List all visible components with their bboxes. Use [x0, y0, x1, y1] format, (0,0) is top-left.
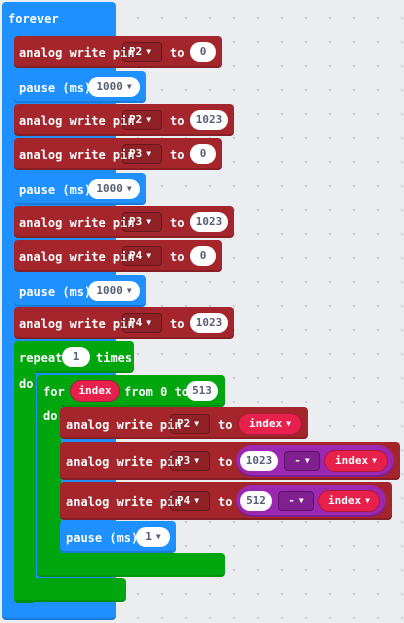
inner-to-label-3: to [218, 495, 233, 509]
for-do-label: do [43, 409, 58, 423]
pin-dropdown-3[interactable]: P3 ▼ [122, 144, 162, 164]
value-input-3[interactable]: 0 [190, 144, 216, 164]
chevron-down-icon: ▼ [126, 286, 132, 295]
pause-label-2: pause (ms) [19, 183, 92, 197]
for-block-foot [37, 553, 225, 577]
operator-dropdown-2[interactable]: - ▼ [278, 491, 314, 511]
chevron-down-icon: ▼ [126, 184, 132, 193]
value-input-4[interactable]: 1023 [190, 212, 228, 232]
chevron-down-icon: ▼ [194, 419, 200, 428]
value-input-2[interactable]: 1023 [190, 110, 228, 130]
analog-write-label-3: analog write pin [19, 148, 135, 162]
inner-variable-index-1[interactable]: index ▼ [238, 413, 302, 435]
chevron-down-icon: ▼ [146, 47, 152, 56]
inner-to-label-1: to [218, 418, 233, 432]
repeat-label: repeat [19, 351, 63, 365]
inner-pin-dropdown-3[interactable]: P4 ▼ [170, 491, 210, 511]
chevron-down-icon: ▼ [286, 419, 291, 428]
inner-analog-write-label-2: analog write pin [66, 455, 182, 469]
chevron-down-icon: ▼ [146, 115, 152, 124]
pin-dropdown-4[interactable]: P3 ▼ [122, 212, 162, 232]
pause-value-1[interactable]: 1000 ▼ [88, 77, 140, 97]
value-input-6[interactable]: 1023 [190, 313, 228, 333]
inner-pause-value[interactable]: 1 ▼ [136, 527, 170, 547]
to-label-1: to [170, 46, 185, 60]
repeat-block-foot [14, 578, 126, 602]
inner-variable-index-2[interactable]: index ▼ [324, 450, 388, 472]
pin-dropdown-5[interactable]: P4 ▼ [122, 246, 162, 266]
repeat-do-label: do [19, 377, 34, 391]
analog-write-label-2: analog write pin [19, 114, 135, 128]
forever-label: forever [8, 12, 59, 26]
for-block-arm [37, 375, 61, 577]
repeat-count-input[interactable]: 1 [62, 347, 90, 367]
minus-left-input-2[interactable]: 512 [240, 491, 272, 511]
repeat-times-label: times [96, 351, 133, 365]
chevron-down-icon: ▼ [146, 149, 152, 158]
chevron-down-icon: ▼ [146, 251, 152, 260]
chevron-down-icon: ▼ [146, 217, 152, 226]
pause-label-3: pause (ms) [19, 285, 92, 299]
chevron-down-icon: ▼ [365, 496, 370, 505]
analog-write-label-1: analog write pin [19, 46, 135, 60]
analog-write-label-4: analog write pin [19, 216, 135, 230]
analog-write-label-5: analog write pin [19, 250, 135, 264]
pin-dropdown-6[interactable]: P4 ▼ [122, 313, 162, 333]
chevron-down-icon: ▼ [372, 456, 377, 465]
value-input-5[interactable]: 0 [190, 246, 216, 266]
to-label-4: to [170, 216, 185, 230]
operator-dropdown-1[interactable]: - ▼ [284, 451, 320, 471]
inner-to-label-2: to [218, 455, 233, 469]
to-label-2: to [170, 114, 185, 128]
chevron-down-icon: ▼ [194, 496, 200, 505]
inner-pause-label: pause (ms) [66, 531, 139, 545]
inner-analog-write-label-3: analog write pin [66, 495, 182, 509]
pin-dropdown-1[interactable]: P2 ▼ [122, 42, 162, 62]
inner-pin-dropdown-1[interactable]: P2 ▼ [170, 414, 210, 434]
minus-left-input-1[interactable]: 1023 [240, 451, 278, 471]
chevron-down-icon: ▼ [155, 532, 161, 541]
pause-value-2[interactable]: 1000 ▼ [88, 179, 140, 199]
inner-variable-index-3[interactable]: index ▼ [318, 490, 380, 512]
inner-pin-dropdown-2[interactable]: P3 ▼ [170, 451, 210, 471]
for-variable-index[interactable]: index [70, 380, 120, 402]
to-label-5: to [170, 250, 185, 264]
pin-dropdown-2[interactable]: P2 ▼ [122, 110, 162, 130]
inner-analog-write-label-1: analog write pin [66, 418, 182, 432]
analog-write-label-6: analog write pin [19, 317, 135, 331]
pause-label-1: pause (ms) [19, 81, 92, 95]
for-label: for [43, 385, 65, 399]
chevron-down-icon: ▼ [194, 456, 200, 465]
value-input-1[interactable]: 0 [190, 42, 216, 62]
chevron-down-icon: ▼ [126, 82, 132, 91]
chevron-down-icon: ▼ [304, 456, 310, 465]
for-to-input[interactable]: 513 [186, 381, 218, 401]
chevron-down-icon: ▼ [298, 496, 304, 505]
to-label-6: to [170, 317, 185, 331]
chevron-down-icon: ▼ [146, 318, 152, 327]
for-from-label: from 0 to [124, 385, 190, 399]
pause-value-3[interactable]: 1000 ▼ [88, 281, 140, 301]
to-label-3: to [170, 148, 185, 162]
